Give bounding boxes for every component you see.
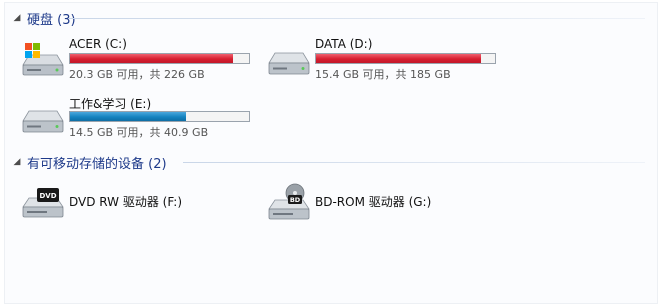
disc-label: BD xyxy=(290,196,301,204)
windows-drive-icon xyxy=(22,43,64,76)
group-divider xyxy=(183,162,645,163)
collapse-arrow-icon[interactable]: ◢ xyxy=(11,157,23,167)
drive-name: BD-ROM 驱动器 (G:) xyxy=(315,195,432,209)
usage-bar xyxy=(69,53,250,64)
drive-tile-c[interactable]: ACER (C:) 20.3 GB 可用，共 226 GB xyxy=(19,37,259,85)
usage-bar xyxy=(315,53,496,64)
dvd-drive-icon: DVD xyxy=(22,188,64,218)
drive-tile-d[interactable]: DATA (D:) 15.4 GB 可用，共 185 GB xyxy=(265,37,505,85)
group-divider xyxy=(69,18,645,19)
drive-size-text: 14.5 GB 可用，共 40.9 GB xyxy=(69,126,209,139)
drive-tile-g[interactable]: BD BD-ROM 驱动器 (G:) xyxy=(265,179,505,227)
collapse-arrow-icon[interactable]: ◢ xyxy=(11,13,23,23)
hard-drive-icon xyxy=(268,52,310,75)
usage-bar-fill xyxy=(70,54,233,63)
drive-tile-f[interactable]: DVD DVD RW 驱动器 (F:) xyxy=(19,179,259,227)
drive-name: DATA (D:) xyxy=(315,37,373,51)
hard-drive-icon xyxy=(22,110,64,133)
drive-size-text: 15.4 GB 可用，共 185 GB xyxy=(315,68,451,81)
group-header-removable[interactable]: ◢ 有可移动存储的设备 (2) xyxy=(5,152,645,172)
drive-tile-e[interactable]: 工作&学习 (E:) 14.5 GB 可用，共 40.9 GB xyxy=(19,95,259,143)
usage-bar-fill xyxy=(316,54,481,63)
group-header-hard-disks[interactable]: ◢ 硬盘 (3) xyxy=(5,8,645,28)
usage-bar xyxy=(69,111,250,122)
drive-name: 工作&学习 (E:) xyxy=(69,97,152,111)
bd-drive-icon: BD xyxy=(268,183,310,220)
drive-name: ACER (C:) xyxy=(69,37,127,51)
disc-label: DVD xyxy=(39,192,56,200)
group-title: 有可移动存储的设备 (2) xyxy=(27,156,167,172)
drive-name: DVD RW 驱动器 (F:) xyxy=(69,195,183,209)
drive-size-text: 20.3 GB 可用，共 226 GB xyxy=(69,68,205,81)
computer-drives-panel: ◢ 硬盘 (3) ACER (C:) 20.3 GB 可用，共 226 GB D… xyxy=(4,2,658,304)
usage-bar-fill xyxy=(70,112,187,121)
